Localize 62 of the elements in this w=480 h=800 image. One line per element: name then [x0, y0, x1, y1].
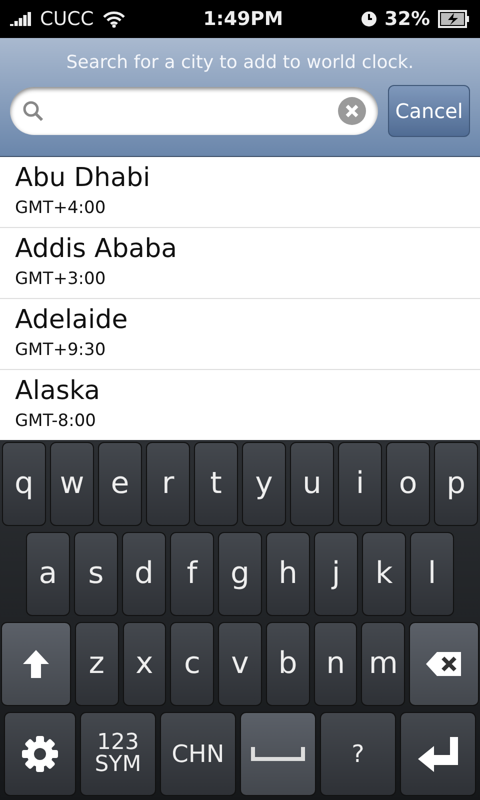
keyboard-key[interactable]: CHN — [160, 712, 236, 796]
keyboard-key[interactable]: e — [98, 442, 142, 526]
keyboard-key[interactable]: w — [50, 442, 94, 526]
keyboard-key[interactable]: d — [122, 532, 166, 616]
keyboard-key[interactable]: a — [26, 532, 70, 616]
city-name: Addis Ababa — [15, 233, 178, 266]
backspace-icon — [425, 651, 464, 677]
city-name: Adelaide — [15, 304, 129, 337]
status-time: 1:49PM — [203, 8, 284, 30]
clear-icon[interactable] — [338, 97, 366, 125]
keyboard-key[interactable]: ? — [320, 712, 396, 796]
city-name: Abu Dhabi — [15, 162, 152, 195]
gmt-offset: GMT+4:00 — [15, 197, 107, 220]
city-row[interactable]: Abu Dhabi GMT+4:00 — [0, 157, 480, 228]
keyboard-key[interactable]: j — [314, 532, 358, 616]
settings-key[interactable] — [4, 712, 76, 796]
up-arrow-icon — [20, 648, 51, 680]
keyboard-key[interactable]: s — [74, 532, 118, 616]
keyboard-key[interactable]: l — [410, 532, 454, 616]
keyboard-key[interactable]: c — [170, 622, 214, 706]
shift-key[interactable] — [1, 622, 71, 706]
keyboard-key[interactable]: f — [170, 532, 214, 616]
keyboard-key[interactable]: i — [338, 442, 382, 526]
space-bar-icon — [250, 746, 306, 762]
keyboard-key[interactable]: k — [362, 532, 406, 616]
keyboard-key[interactable]: x — [122, 622, 166, 706]
gmt-offset: GMT+9:30 — [15, 339, 107, 362]
cancel-button[interactable]: Cancel — [388, 85, 470, 137]
battery-percent: 32% — [384, 8, 430, 30]
wifi-icon — [102, 10, 126, 28]
enter-key[interactable] — [400, 712, 476, 796]
settings-icon — [20, 734, 60, 774]
city-row[interactable]: Adelaide GMT+9:30 — [0, 299, 480, 370]
keyboard-key[interactable]: g — [218, 532, 262, 616]
keyboard-key[interactable]: q — [2, 442, 46, 526]
return-icon — [416, 735, 460, 773]
city-name: Alaska — [15, 375, 102, 408]
keyboard-key[interactable]: v — [218, 622, 262, 706]
keyboard-key[interactable]: o — [386, 442, 430, 526]
carrier-name: CUCC — [40, 8, 94, 30]
keyboard-key[interactable]: t — [194, 442, 238, 526]
keyboard-key[interactable]: u — [290, 442, 334, 526]
space-key[interactable] — [240, 712, 316, 796]
signal-icon — [10, 12, 32, 26]
keyboard-key[interactable]: n — [314, 622, 358, 706]
backspace-key[interactable] — [409, 622, 479, 706]
search-prompt: Search for a city to add to world clock. — [66, 52, 414, 73]
search-icon — [22, 100, 44, 122]
clock-icon — [360, 11, 377, 27]
keyboard-key[interactable]: p — [434, 442, 478, 526]
keyboard-key[interactable]: m — [361, 622, 406, 706]
city-row[interactable]: Addis Ababa GMT+3:00 — [0, 228, 480, 299]
gmt-offset: GMT-8:00 — [15, 410, 97, 433]
keyboard-key[interactable]: 123 SYM — [80, 712, 156, 796]
search-field[interactable] — [10, 87, 378, 135]
keyboard-key[interactable]: h — [266, 532, 310, 616]
gmt-offset: GMT+3:00 — [15, 268, 107, 291]
battery-charging-icon — [438, 10, 470, 28]
keyboard-key[interactable]: y — [242, 442, 286, 526]
keyboard-key[interactable]: r — [146, 442, 190, 526]
keyboard-key[interactable]: b — [266, 622, 310, 706]
keyboard-key[interactable]: z — [74, 622, 118, 706]
